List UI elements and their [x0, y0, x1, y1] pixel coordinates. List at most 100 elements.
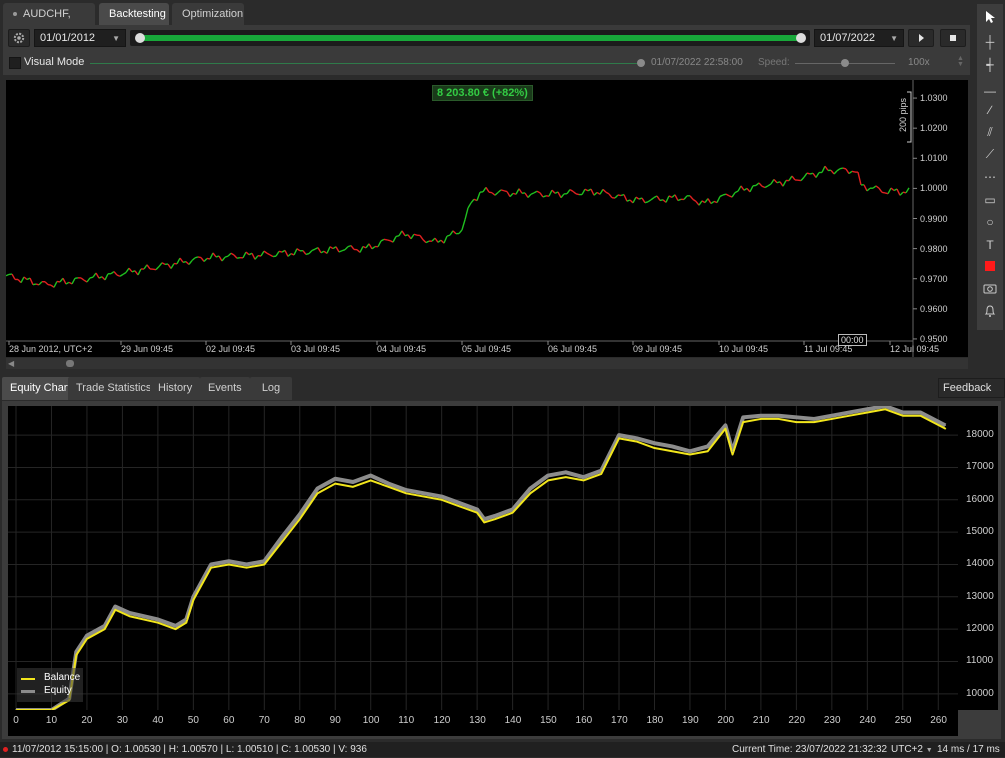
bell-icon[interactable] [980, 304, 1000, 322]
price-line-segment [171, 264, 174, 269]
rectangle-icon[interactable]: ▭ [980, 191, 1000, 209]
price-line-segment [735, 191, 738, 192]
x-tick-label: 80 [292, 715, 308, 726]
equity-point [902, 412, 903, 413]
feedback-button[interactable]: Feedback [938, 378, 1005, 398]
balance-point [636, 441, 638, 443]
tab-backtesting[interactable]: Backtesting [99, 3, 169, 25]
price-line-segment [162, 263, 165, 265]
horizontal-line-icon[interactable]: — [980, 82, 1000, 100]
crosshair-icon[interactable]: ┼ [980, 33, 1000, 51]
price-x-tick-label: 12 Jul 09:45 [890, 344, 939, 354]
balance-point [742, 421, 744, 423]
price-line-segment [144, 265, 147, 269]
x-tick-label: 150 [540, 715, 556, 726]
price-line-segment [75, 278, 78, 279]
price-line-segment [618, 195, 621, 196]
measure-icon[interactable]: ┽ [980, 56, 1000, 74]
play-button[interactable] [908, 29, 934, 47]
stop-button[interactable] [940, 29, 966, 47]
equity-point [778, 415, 779, 416]
tab-trade-statistics[interactable]: Trade Statistics [68, 377, 159, 400]
end-date-picker[interactable]: 01/07/2022▼ [814, 29, 904, 47]
scrollbar-thumb[interactable] [66, 360, 74, 367]
trend-line-icon[interactable]: ∕ [980, 101, 1000, 119]
fibonacci-icon[interactable]: ⫽ [980, 123, 1000, 141]
price-line-segment [804, 173, 807, 177]
price-line-segment [369, 244, 372, 249]
price-line-segment [12, 274, 15, 279]
price-line-segment [684, 196, 687, 200]
equity-chart[interactable]: Balance Equity [8, 406, 958, 710]
price-line-segment [36, 284, 39, 285]
equity-point [228, 561, 229, 562]
balance-point [210, 567, 212, 569]
tab-optimization[interactable]: Optimization [172, 3, 244, 25]
price-line-segment [120, 274, 123, 276]
speed-slider-handle[interactable] [841, 59, 849, 67]
price-line-segment [864, 185, 867, 191]
price-line-segment [717, 196, 720, 202]
price-line-segment [657, 196, 660, 200]
price-line-segment [261, 251, 264, 256]
settings-button[interactable] [8, 29, 30, 47]
price-chart-scrollbar[interactable]: ◀ [6, 358, 968, 369]
range-start-handle[interactable] [135, 33, 145, 43]
visual-progress-handle[interactable] [637, 59, 645, 67]
price-line-segment [459, 230, 462, 234]
price-line-segment [762, 186, 765, 187]
balance-point [115, 609, 117, 611]
equity-point [370, 475, 371, 476]
price-line-segment [129, 268, 132, 272]
play-icon [909, 30, 933, 46]
equity-point [352, 481, 353, 482]
text-icon[interactable]: T [980, 236, 1000, 254]
price-line-segment [252, 253, 255, 259]
price-line-segment [126, 268, 129, 272]
ellipse-icon[interactable]: ○ [980, 213, 1000, 231]
speed-stepper[interactable]: ▲▼ [957, 56, 964, 68]
tab-log[interactable]: Log [250, 377, 292, 400]
price-line-segment [738, 186, 741, 191]
equity-point [317, 488, 318, 489]
start-date-picker[interactable]: 01/01/2012▼ [34, 29, 126, 47]
tab-events[interactable]: Events [200, 377, 250, 400]
equity-point [76, 651, 77, 652]
balance-point [441, 499, 443, 501]
price-chart[interactable]: 8 203.80 € (+82%) 200 pips 00:00 [6, 80, 968, 357]
price-line-segment [858, 172, 861, 185]
pitchfork-icon[interactable]: ⟋ [980, 145, 1000, 163]
balance-point [228, 564, 230, 566]
balance-point [175, 628, 177, 630]
balance-point [813, 421, 815, 423]
price-line-segment [84, 280, 87, 282]
camera-icon[interactable] [980, 281, 1000, 299]
equity-point [494, 515, 495, 516]
visual-mode-checkbox[interactable] [9, 57, 21, 69]
date-range-fill [140, 35, 802, 41]
price-line-segment [381, 239, 384, 241]
price-line-segment [597, 192, 600, 194]
tab-history[interactable]: History [150, 377, 200, 400]
x-tick-label: 60 [221, 715, 237, 726]
balance-point [671, 450, 673, 452]
price-line-segment [660, 200, 663, 201]
range-end-handle[interactable] [796, 33, 806, 43]
price-line-segment [594, 192, 597, 195]
price-line-segment [90, 277, 93, 278]
visual-mode-label: Visual Mode [24, 56, 84, 68]
scroll-left-icon[interactable]: ◀ [8, 358, 14, 369]
balance-point [654, 447, 656, 449]
price-line-segment [93, 273, 96, 277]
price-line-segment [192, 258, 195, 261]
x-tick-label: 220 [788, 715, 804, 726]
tab-symbol[interactable]: AUDCHF, m15 [3, 3, 95, 25]
cursor-arrow-icon[interactable] [980, 10, 1000, 28]
price-line-segment [624, 195, 627, 202]
price-line-segment [447, 235, 450, 236]
color-picker-icon[interactable] [980, 259, 1000, 277]
y-tick-label: 18000 [966, 429, 994, 440]
fib-retracement-icon[interactable]: ⋯ [980, 168, 1000, 186]
timezone-selector[interactable]: UTC+2 ▼ [891, 742, 933, 758]
x-tick-label: 40 [150, 715, 166, 726]
